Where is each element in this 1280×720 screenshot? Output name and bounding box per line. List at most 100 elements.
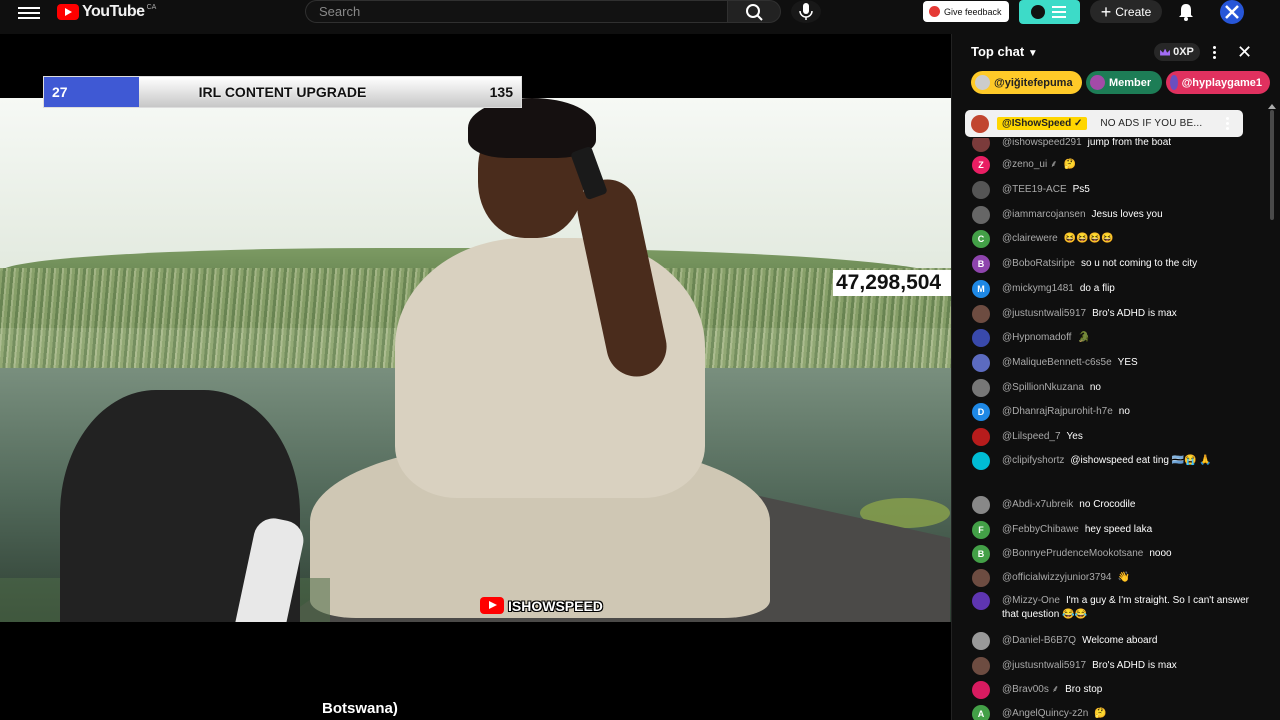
message-author[interactable]: @TEE19-ACE <box>1002 184 1067 195</box>
chat-message[interactable]: C @clairewere 😆😆😆😆 <box>972 230 1262 248</box>
youtube-logo[interactable]: YouTube CA <box>57 3 156 21</box>
chat-message[interactable]: @ishowspeed291 jump from the boat <box>972 138 1262 152</box>
avatar[interactable] <box>972 354 990 372</box>
search-button[interactable] <box>727 0 781 23</box>
video-title-fragment: Botswana) <box>322 700 398 717</box>
message-author[interactable]: @Hypnomadoff <box>1002 332 1071 343</box>
message-text: jump from the boat <box>1087 138 1172 148</box>
message-author[interactable]: @ishowspeed291 <box>1002 138 1082 148</box>
voice-search-button[interactable] <box>791 0 821 23</box>
chat-message[interactable]: @justusntwali5917 Bro's ADHD is max <box>972 657 1262 675</box>
watermark-text: ISHOWSPEED <box>508 597 603 614</box>
menu-icon[interactable] <box>18 4 40 22</box>
chat-message[interactable]: @justusntwali5917 Bro's ADHD is max <box>972 305 1262 323</box>
message-author[interactable]: @clairewere <box>1002 233 1058 244</box>
plus-icon: + <box>1100 1 1112 22</box>
message-author[interactable]: @clipifyshortz <box>1002 455 1064 466</box>
avatar[interactable] <box>972 428 990 446</box>
chat-message[interactable]: @Lilspeed_7 Yes <box>972 428 1262 446</box>
avatar[interactable] <box>972 138 990 152</box>
chat-message[interactable]: A @AngelQuincy-z2n 🤔 <box>972 705 1262 720</box>
avatar[interactable] <box>972 181 990 199</box>
avatar[interactable]: M <box>972 280 990 298</box>
message-author[interactable]: @Lilspeed_7 <box>1002 431 1061 442</box>
avatar[interactable] <box>972 681 990 699</box>
chat-message[interactable]: @clipifyshortz @ishowspeed eat ting 🇧🇼😭 🙏 <box>972 452 1262 470</box>
pinned-text: NO ADS IF YOU BE... <box>1100 118 1203 129</box>
chat-message[interactable]: @Brav00s ⸙ Bro stop <box>972 681 1262 699</box>
message-author[interactable]: @justusntwali5917 <box>1002 660 1086 671</box>
chat-mode-dropdown[interactable]: Top chat ▼ <box>971 44 1038 59</box>
message-author[interactable]: @Abdi-x7ubreik <box>1002 499 1073 510</box>
chat-message[interactable]: @officialwizzyjunior3794 👋 <box>972 569 1262 587</box>
more-options-icon[interactable] <box>1226 115 1229 132</box>
chip-user[interactable]: @hyplaygame1 <box>1166 71 1270 94</box>
avatar[interactable]: B <box>972 255 990 273</box>
pinned-message[interactable]: @IShowSpeed ✓ NO ADS IF YOU BE... <box>965 110 1243 137</box>
chat-message[interactable]: D @DhanrajRajpurohit-h7e no <box>972 403 1262 421</box>
account-avatar[interactable] <box>1220 0 1244 24</box>
chat-message[interactable]: M @mickymg1481 do a flip <box>972 280 1262 298</box>
avatar[interactable]: Z <box>972 156 990 174</box>
chat-message[interactable]: @Daniel-B6B7Q Welcome aboard <box>972 632 1262 650</box>
chat-message[interactable]: B @BoboRatsiripe so u not coming to the ci… <box>972 255 1262 273</box>
create-button[interactable]: + Create <box>1090 0 1162 23</box>
notifications-button[interactable] <box>1176 2 1196 22</box>
message-author[interactable]: @Brav00s ⸙ <box>1002 684 1059 695</box>
chip-member[interactable]: Member <box>1086 71 1162 94</box>
chat-message[interactable]: @Abdi-x7ubreik no Crocodile <box>972 496 1262 514</box>
avatar[interactable] <box>972 305 990 323</box>
message-author[interactable]: @BonnyePrudenceMookotsane <box>1002 548 1143 559</box>
avatar[interactable] <box>972 569 990 587</box>
extension-button[interactable] <box>1019 0 1080 24</box>
view-counter: 47,298,504 <box>833 270 951 296</box>
avatar[interactable]: D <box>972 403 990 421</box>
avatar[interactable]: C <box>972 230 990 248</box>
video-player[interactable]: IRL CONTENT UPGRADE 27 135 47,298,504 IS… <box>0 34 951 720</box>
more-options-icon[interactable] <box>1211 44 1217 60</box>
chat-message[interactable]: @Mizzy-One I'm a guy & I'm straight. So I… <box>972 592 1262 622</box>
avatar[interactable] <box>972 206 990 224</box>
avatar[interactable]: B <box>972 545 990 563</box>
message-author[interactable]: @Mizzy-One <box>1002 595 1060 606</box>
scroll-up-arrow[interactable] <box>1268 104 1276 109</box>
avatar[interactable]: F <box>972 521 990 539</box>
xp-badge[interactable]: 0XP <box>1154 43 1200 61</box>
chat-message[interactable]: @SpillionNkuzana no <box>972 379 1262 397</box>
message-author[interactable]: @BoboRatsiripe <box>1002 258 1075 269</box>
close-icon[interactable]: ✕ <box>1237 42 1252 63</box>
avatar[interactable] <box>972 496 990 514</box>
message-author[interactable]: @FebbyChibawe <box>1002 524 1079 535</box>
chat-message[interactable]: @Hypnomadoff 🐊 <box>972 329 1262 347</box>
chat-message[interactable]: @TEE19-ACE Ps5 <box>972 181 1262 199</box>
message-author[interactable]: @Daniel-B6B7Q <box>1002 635 1076 646</box>
avatar[interactable]: A <box>972 705 990 720</box>
youtube-play-icon <box>480 597 504 614</box>
chat-message[interactable]: B @BonnyePrudenceMookotsane nooo <box>972 545 1262 563</box>
avatar[interactable] <box>972 452 990 470</box>
message-author[interactable]: @iammarcojansen <box>1002 209 1086 220</box>
message-author[interactable]: @DhanrajRajpurohit-h7e <box>1002 406 1113 417</box>
chat-message[interactable]: @iammarcojansen Jesus loves you <box>972 206 1262 224</box>
avatar[interactable] <box>972 379 990 397</box>
message-body: @DhanrajRajpurohit-h7e no <box>1002 405 1130 419</box>
message-author[interactable]: @mickymg1481 <box>1002 283 1074 294</box>
search-input[interactable] <box>306 1 727 22</box>
avatar[interactable] <box>972 632 990 650</box>
chat-message[interactable]: Z @zeno_ui ⸙ 🤔 <box>972 156 1262 174</box>
chip-user[interactable]: @yiğitefepuma <box>971 71 1082 94</box>
chat-header: Top chat ▼ 0XP ✕ @yiğitefepuma Member @h… <box>952 34 1280 104</box>
message-author[interactable]: @officialwizzyjunior3794 <box>1002 572 1111 583</box>
give-feedback-button[interactable]: Give feedback <box>923 1 1009 22</box>
avatar[interactable] <box>972 592 990 610</box>
avatar[interactable] <box>972 657 990 675</box>
avatar[interactable] <box>972 329 990 347</box>
chat-message[interactable]: F @FebbyChibawe hey speed laka <box>972 521 1262 539</box>
message-author[interactable]: @AngelQuincy-z2n <box>1002 708 1088 719</box>
message-author[interactable]: @SpillionNkuzana <box>1002 382 1084 393</box>
message-author[interactable]: @justusntwali5917 <box>1002 308 1086 319</box>
message-author[interactable]: @zeno_ui ⸙ <box>1002 159 1057 170</box>
chat-chips: @yiğitefepuma Member @hyplaygame1 <box>971 71 1270 94</box>
message-author[interactable]: @MaliqueBennett-c6s5e <box>1002 357 1112 368</box>
chat-message[interactable]: @MaliqueBennett-c6s5e YES <box>972 354 1262 372</box>
